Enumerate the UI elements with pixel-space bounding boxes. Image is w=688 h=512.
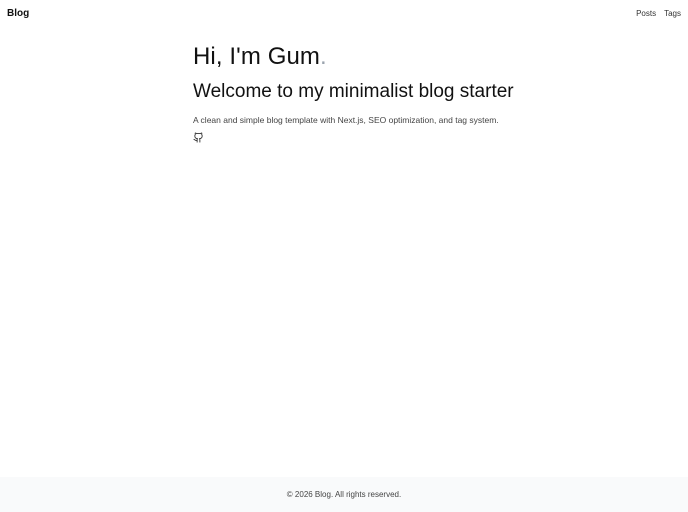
hero-greeting: Hi, I'm Gum bbox=[193, 43, 321, 70]
hero-subtitle: Welcome to my minimalist blog starter bbox=[193, 81, 514, 102]
page: Blog Posts Tags Hi, I'm Gum. Welcome to … bbox=[0, 0, 688, 512]
hero-greeting-dot: . bbox=[320, 43, 327, 70]
main-nav: Posts Tags bbox=[636, 9, 681, 18]
hero-title: Hi, I'm Gum. bbox=[193, 42, 613, 72]
hero-section: Hi, I'm Gum. Welcome to my minimalist bl… bbox=[193, 42, 613, 148]
site-header: Blog Posts Tags bbox=[0, 0, 688, 27]
footer-copyright: © 2026 Blog. All rights reserved. bbox=[286, 490, 402, 499]
hero-description: A clean and simple blog template with Ne… bbox=[193, 115, 499, 125]
brand-link[interactable]: Blog bbox=[7, 8, 29, 19]
github-icon bbox=[193, 132, 203, 143]
site-footer: © 2026 Blog. All rights reserved. bbox=[0, 477, 688, 512]
nav-posts-link[interactable]: Posts bbox=[636, 9, 656, 18]
github-link[interactable] bbox=[193, 132, 204, 143]
nav-tags-link[interactable]: Tags bbox=[664, 9, 681, 18]
